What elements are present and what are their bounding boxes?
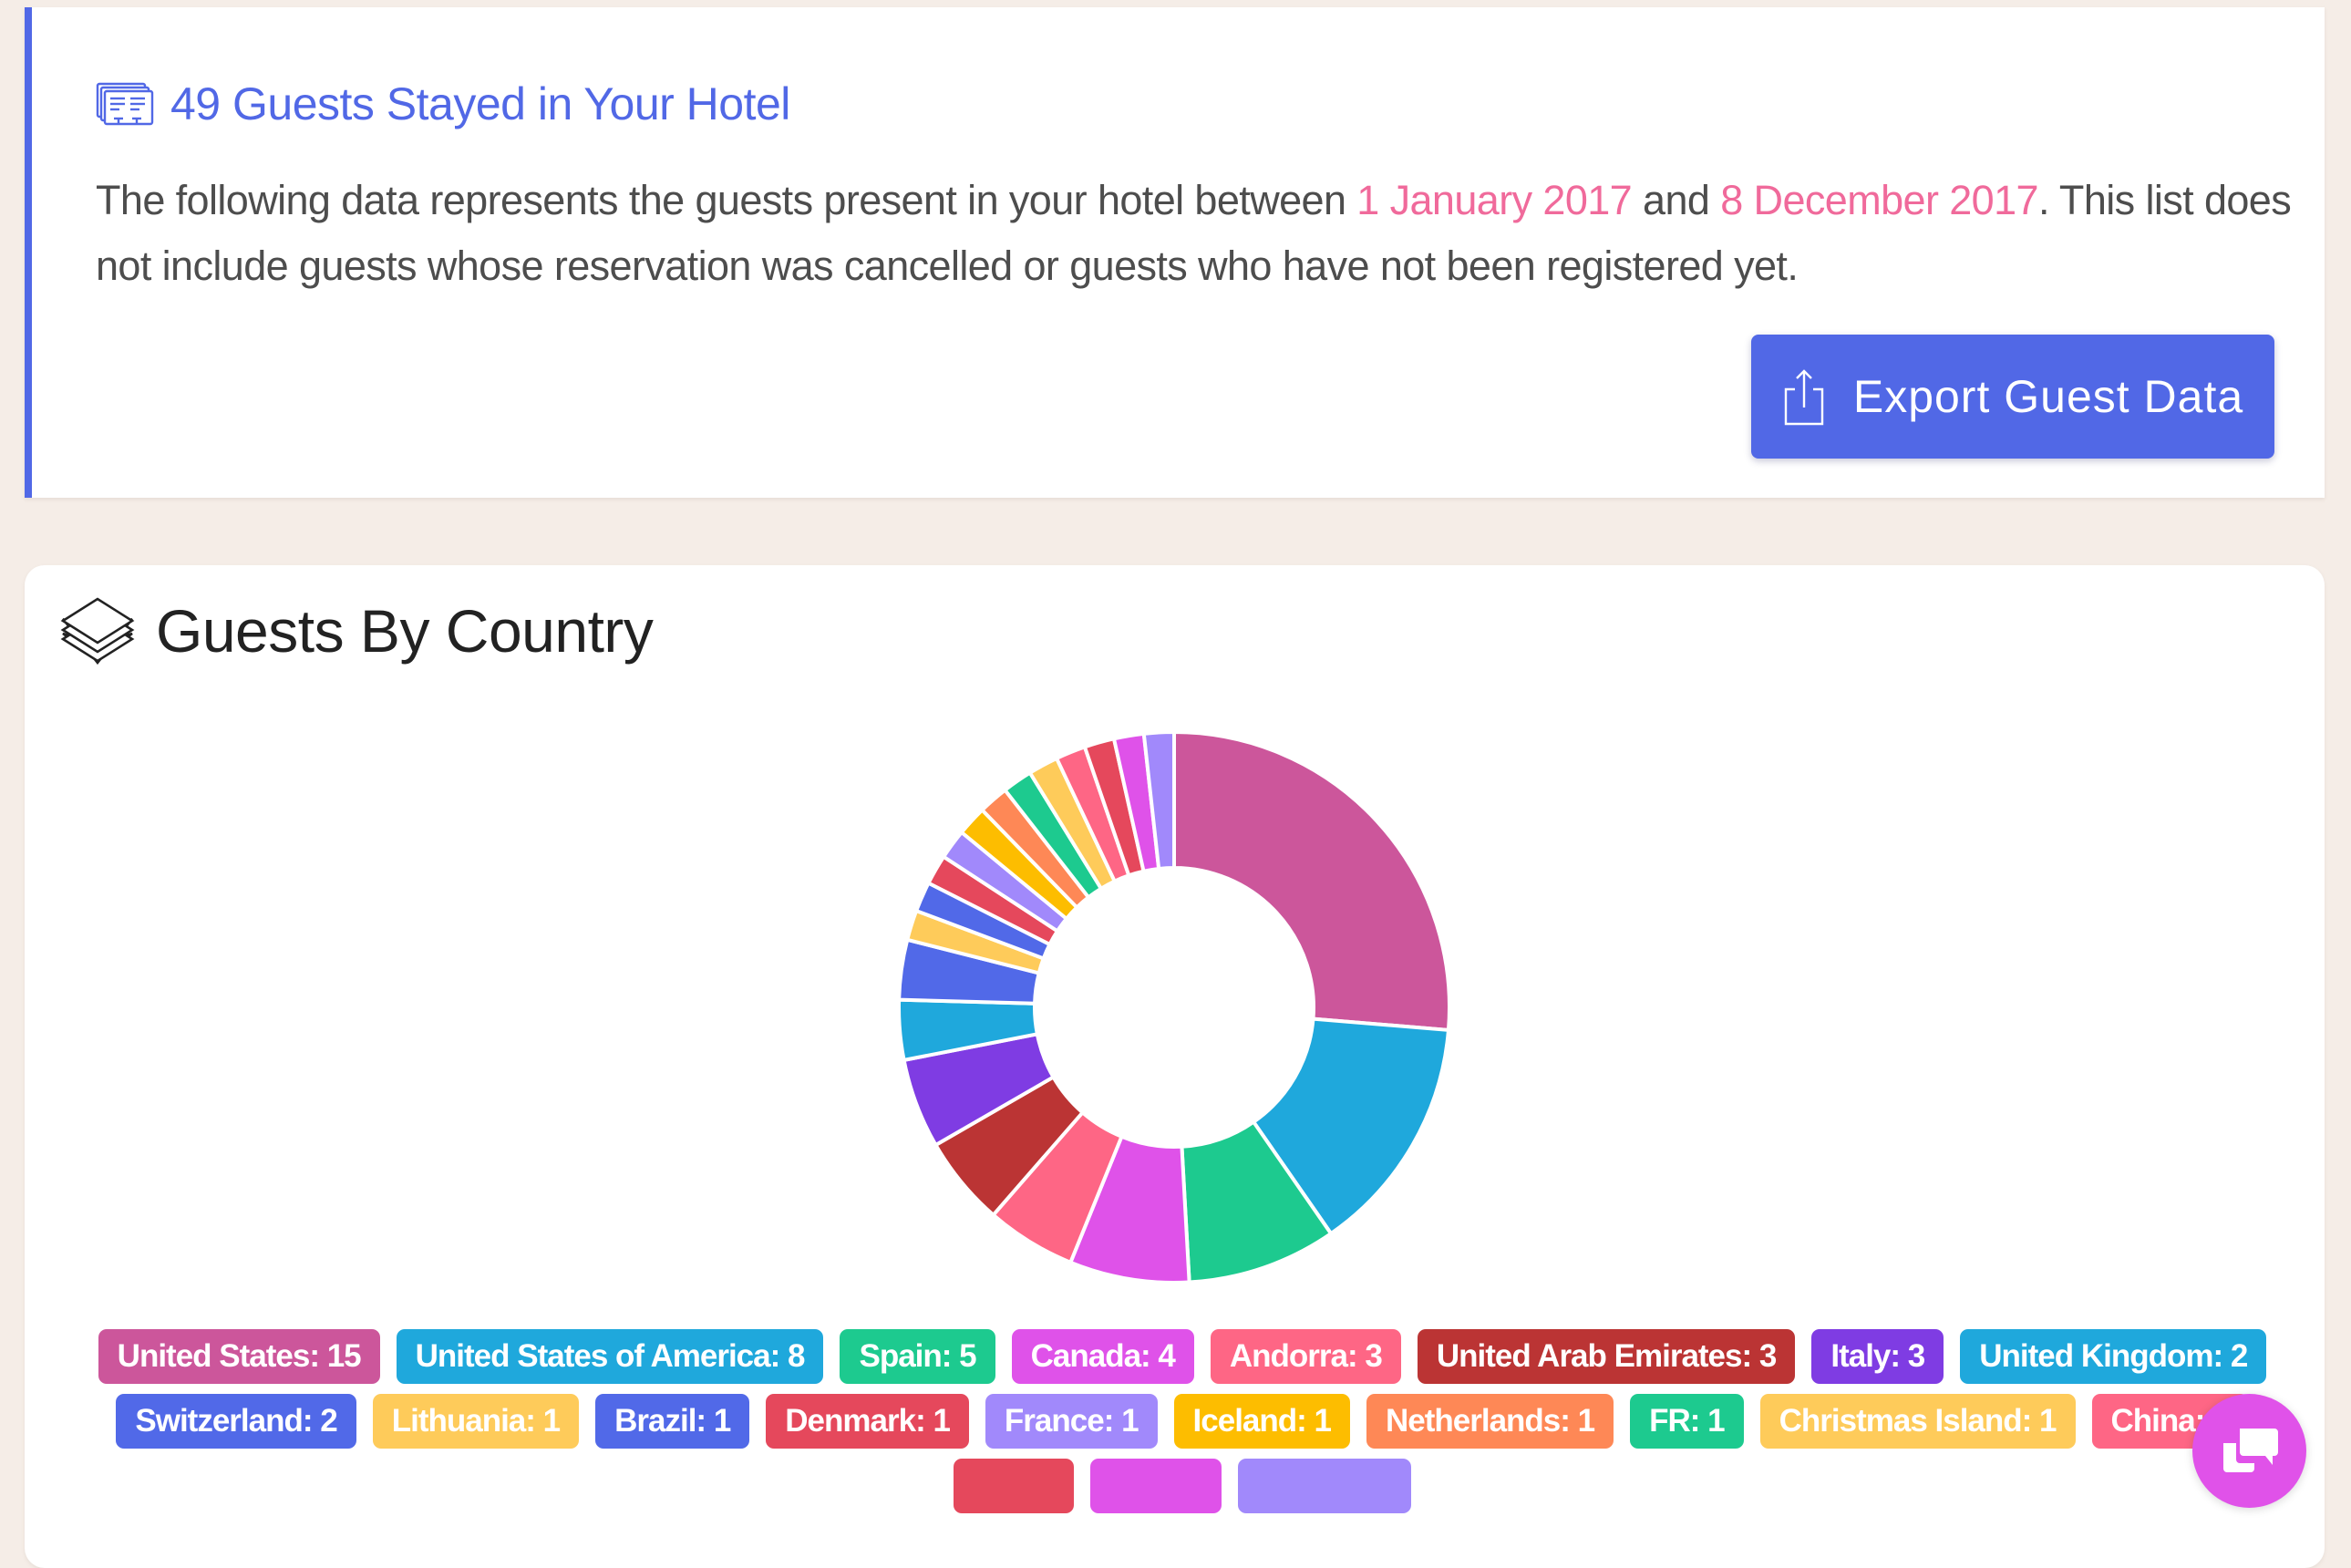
guest-list-icon	[96, 82, 154, 126]
summary-heading: 49 Guests Stayed in Your Hotel	[96, 77, 790, 131]
legend-item[interactable]: Canada: 4	[1011, 1329, 1194, 1384]
legend-item[interactable]: United Arab Emirates: 3	[1417, 1329, 1796, 1384]
summary-description: The following data represents the guests…	[96, 168, 2302, 299]
legend-item[interactable]: FR: 1	[1630, 1394, 1744, 1449]
legend-item[interactable]: United States of America: 8	[396, 1329, 824, 1384]
export-button-label: Export Guest Data	[1852, 371, 2244, 422]
legend-item[interactable]: United Kingdom: 2	[1960, 1329, 2267, 1384]
donut-slice-united-states[interactable]	[1172, 729, 1451, 1033]
chat-bubbles-icon	[2222, 1429, 2278, 1472]
chat-button[interactable]	[2192, 1394, 2306, 1508]
legend-item[interactable]: Italy: 3	[1811, 1329, 1944, 1384]
start-date: 1 January 2017	[1356, 177, 1633, 223]
share-export-icon	[1784, 369, 1824, 426]
legend-item[interactable]: Denmark: 1	[766, 1394, 969, 1449]
guest-summary-card: 49 Guests Stayed in Your Hotel The follo…	[25, 7, 2325, 498]
summary-title: 49 Guests Stayed in Your Hotel	[170, 78, 790, 129]
legend-item[interactable]: Lithuania: 1	[372, 1394, 580, 1449]
legend-item[interactable]: Spain: 5	[840, 1329, 995, 1384]
legend-item[interactable]: Andorra: 3	[1210, 1329, 1401, 1384]
legend-item[interactable]: Christmas Island: 1	[1759, 1394, 2076, 1449]
legend-item[interactable]: Switzerland: 2	[116, 1394, 356, 1449]
legend-item[interactable]: United States: 15	[98, 1329, 380, 1384]
legend-item[interactable]: Netherlands: 1	[1366, 1394, 1614, 1449]
export-guest-data-button[interactable]: Export Guest Data	[1751, 335, 2274, 459]
legend-item[interactable]	[1238, 1459, 1411, 1513]
description-text: and	[1632, 177, 1721, 223]
end-date: 8 December 2017	[1720, 177, 2038, 223]
description-text: The following data represents the guests…	[96, 177, 1357, 223]
legend-item[interactable]: France: 1	[985, 1394, 1158, 1449]
legend-item[interactable]	[954, 1459, 1074, 1513]
legend-item[interactable]: Iceland: 1	[1173, 1394, 1350, 1449]
legend-item[interactable]: Brazil: 1	[595, 1394, 750, 1449]
chart-legend: United States: 15 United States of Americ…	[98, 1329, 2267, 1513]
guests-by-country-card: Guests By Country United States: 15 Unite…	[25, 565, 2325, 1568]
legend-item[interactable]	[1090, 1459, 1222, 1513]
